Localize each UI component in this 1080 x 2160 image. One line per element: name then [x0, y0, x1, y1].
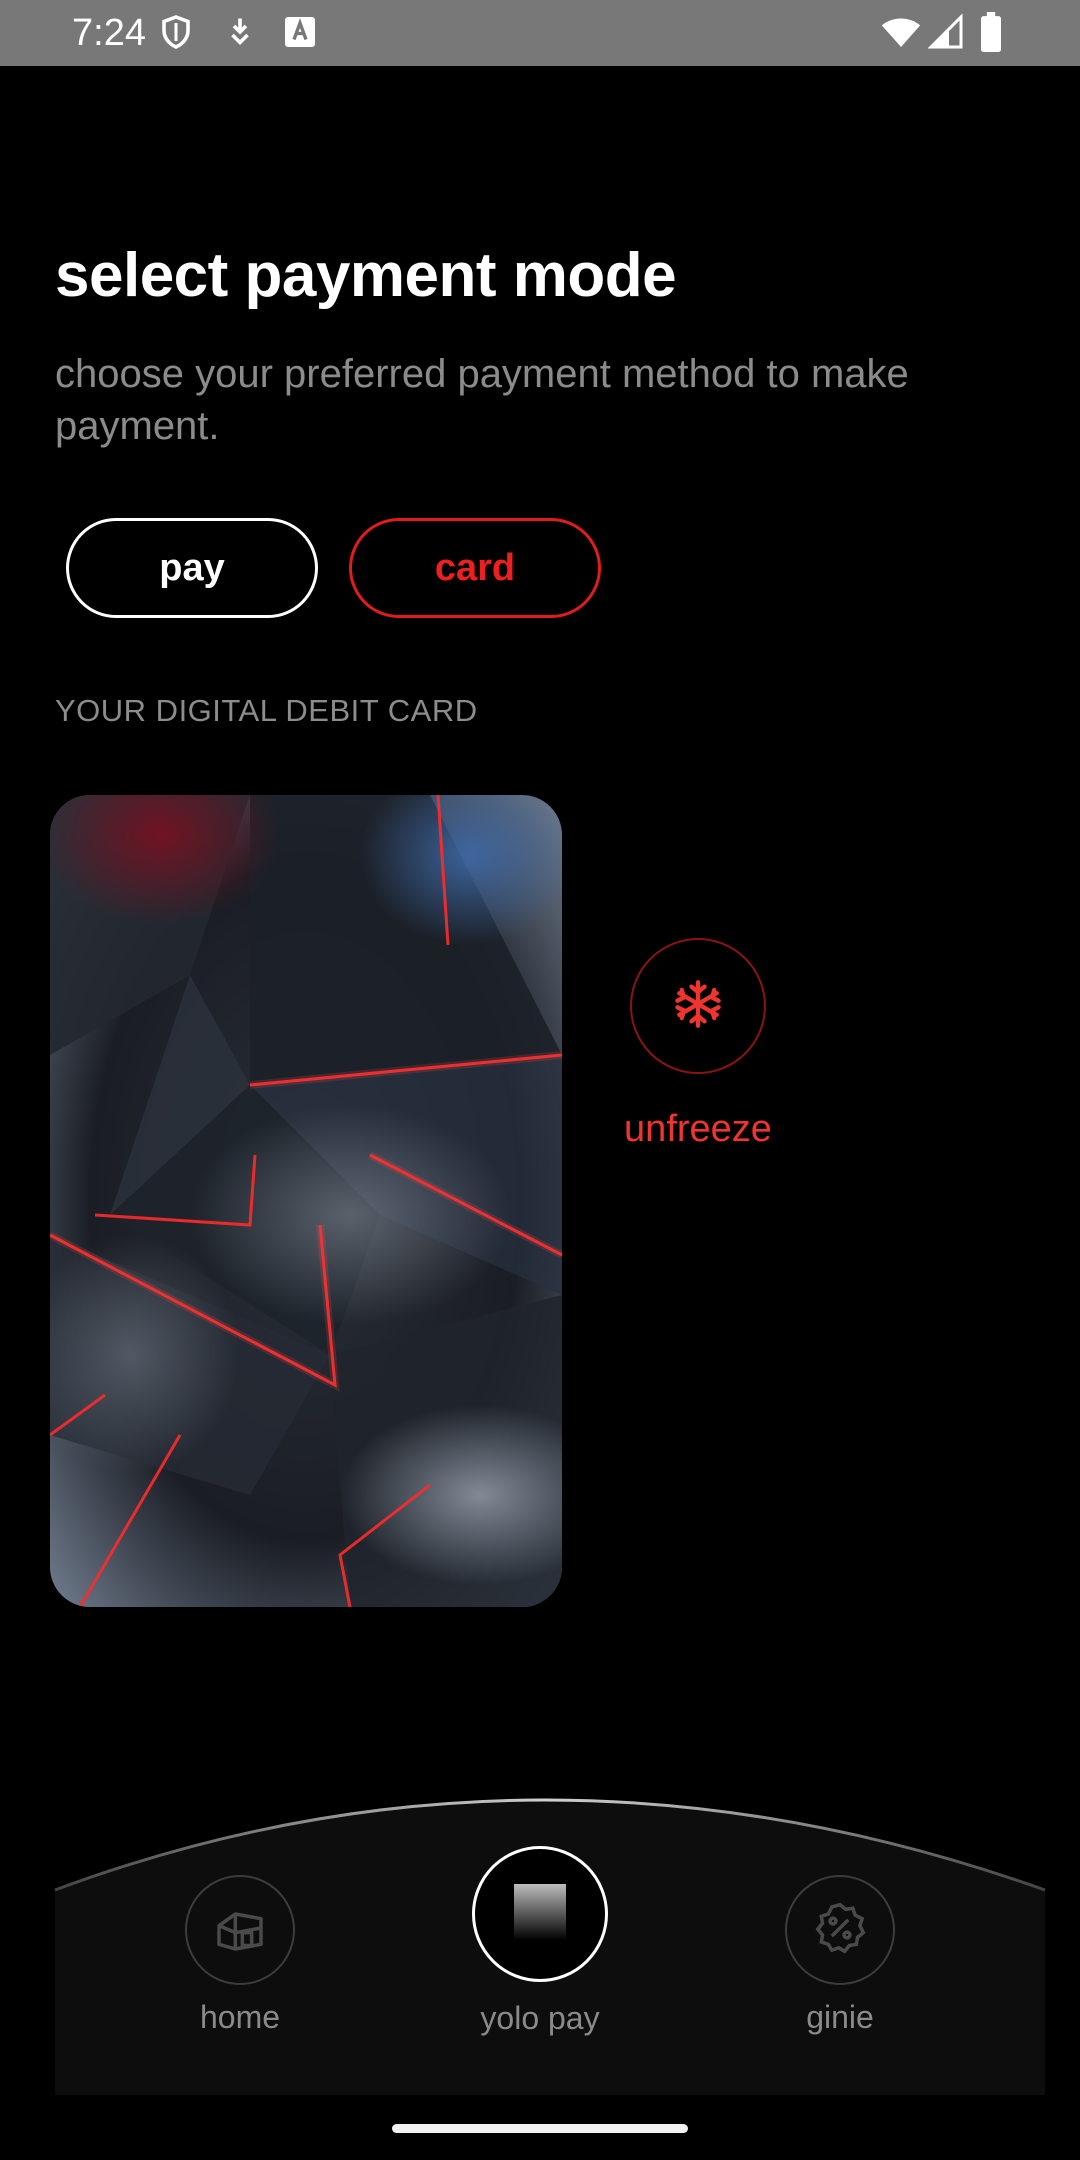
- nav-label-ginie: ginie: [806, 1999, 874, 2035]
- unfreeze-label[interactable]: unfreeze: [598, 1108, 798, 1151]
- nav-item-yolo-pay[interactable]: yolo pay: [430, 1790, 650, 2037]
- home-button[interactable]: [185, 1875, 295, 1985]
- card-mode-label: card: [434, 546, 516, 589]
- payment-mode-screen: 7:24 select payment mode choose your pre…: [0, 0, 1080, 2160]
- font-app-icon: [282, 14, 318, 50]
- download-icon: [222, 14, 258, 50]
- ginie-button[interactable]: [785, 1875, 895, 1985]
- cell-signal-icon: [928, 13, 964, 51]
- nav-item-ginie[interactable]: ginie: [730, 1790, 950, 2036]
- shield-icon: [158, 14, 194, 50]
- page-subtitle: choose your preferred payment method to …: [55, 352, 909, 448]
- card-artwork: [50, 795, 562, 1607]
- wifi-icon: [880, 12, 922, 52]
- yolo-pay-button[interactable]: [472, 1846, 608, 1982]
- home-icon: [212, 1900, 268, 1961]
- snowflake-icon: [672, 978, 724, 1035]
- status-time: 7:24: [72, 12, 146, 54]
- pay-mode-button[interactable]: pay: [66, 518, 318, 618]
- card-section-label: YOUR DIGITAL DEBIT CARD: [55, 693, 478, 728]
- nav-label-home: home: [199, 1999, 281, 2035]
- pay-mode-label: pay: [159, 546, 225, 589]
- status-bar: 7:24: [0, 0, 1080, 66]
- card-icon: [512, 1883, 568, 1945]
- bottom-navigation: home yolo pay ginie: [0, 1790, 1080, 2095]
- nav-item-home[interactable]: home: [130, 1790, 350, 2036]
- home-indicator-bar[interactable]: [392, 2124, 688, 2133]
- page-title: select payment mode: [55, 241, 677, 310]
- unfreeze-button[interactable]: [630, 938, 766, 1074]
- battery-icon: [980, 12, 1002, 52]
- nav-label-yolo-pay: yolo pay: [480, 2000, 600, 2036]
- card-mode-button[interactable]: card: [349, 518, 601, 618]
- digital-debit-card[interactable]: [50, 795, 562, 1607]
- discount-badge-icon: [812, 1900, 868, 1961]
